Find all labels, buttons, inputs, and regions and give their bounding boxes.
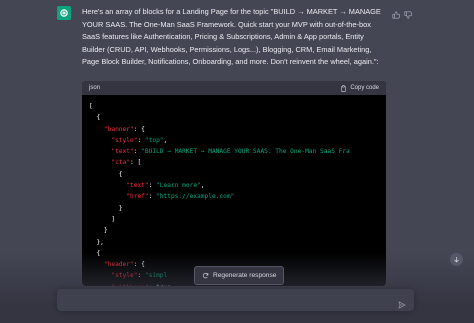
code-token: "cta" bbox=[111, 159, 130, 167]
clipboard-icon bbox=[341, 84, 347, 92]
regenerate-label: Regenerate response bbox=[213, 272, 277, 279]
code-token: , bbox=[200, 182, 205, 190]
message-text: Here's an array of blocks for a Landing … bbox=[82, 7, 381, 66]
code-line: [ bbox=[89, 101, 379, 112]
code-line: "href": "https://example.com" bbox=[89, 191, 379, 202]
code-token: "top" bbox=[144, 136, 164, 144]
thumbs-down-icon[interactable] bbox=[404, 6, 412, 19]
code-line: "text": "Learn more", bbox=[89, 180, 379, 191]
code-token: : [ bbox=[130, 159, 142, 167]
message-input[interactable] bbox=[57, 289, 414, 311]
send-icon bbox=[398, 301, 406, 309]
code-token: "banner" bbox=[103, 125, 134, 133]
code-token: "Learn more" bbox=[156, 182, 201, 190]
code-line: }, bbox=[89, 237, 379, 248]
arrow-down-icon bbox=[454, 257, 459, 263]
code-language: json bbox=[89, 85, 101, 91]
bottom-fade bbox=[0, 253, 474, 323]
code-token: "text" bbox=[126, 182, 149, 190]
code-token: "BUILD → MARKET → MANAGE YOUR SAAS. The … bbox=[141, 148, 350, 156]
code-token: { bbox=[89, 114, 101, 122]
scroll-down-button[interactable] bbox=[450, 253, 463, 266]
code-token: : bbox=[148, 193, 157, 201]
code-token: } bbox=[89, 227, 108, 235]
code-token: } bbox=[89, 204, 123, 212]
code-token: "https://example.com" bbox=[156, 193, 235, 201]
code-line: { bbox=[89, 169, 379, 180]
code-token: , bbox=[163, 136, 168, 144]
code-line: } bbox=[89, 225, 379, 236]
code-token: }, bbox=[89, 238, 104, 246]
code-line: "cta": [ bbox=[89, 157, 379, 168]
code-line: ] bbox=[89, 214, 379, 225]
code-token: : { bbox=[133, 125, 145, 133]
regenerate-response-button[interactable]: Regenerate response bbox=[194, 266, 285, 285]
code-line: "text": "BUILD → MARKET → MANAGE YOUR SA… bbox=[89, 146, 379, 157]
assistant-message: Here's an array of blocks for a Landing … bbox=[0, 0, 474, 323]
code-token: { bbox=[89, 170, 123, 178]
refresh-icon bbox=[202, 272, 209, 279]
code-line: "banner": { bbox=[89, 124, 379, 135]
code-header: json Copy code bbox=[82, 81, 386, 95]
thumbs-up-icon[interactable] bbox=[392, 6, 400, 19]
code-token: "href" bbox=[126, 193, 149, 201]
code-token: ] bbox=[89, 215, 116, 223]
copy-code-label: Copy code bbox=[350, 85, 379, 91]
code-line: { bbox=[89, 112, 379, 123]
code-token: "style" bbox=[111, 136, 138, 144]
code-line: "style": "top", bbox=[89, 135, 379, 146]
send-button[interactable] bbox=[398, 296, 406, 309]
copy-code-button[interactable]: Copy code bbox=[340, 84, 379, 92]
code-token: [ bbox=[89, 103, 93, 110]
code-token: : bbox=[137, 136, 145, 144]
code-token: : bbox=[148, 182, 157, 190]
code-line: } bbox=[89, 203, 379, 214]
chatgpt-logo-icon bbox=[57, 6, 71, 20]
code-token: "text" bbox=[111, 148, 134, 156]
